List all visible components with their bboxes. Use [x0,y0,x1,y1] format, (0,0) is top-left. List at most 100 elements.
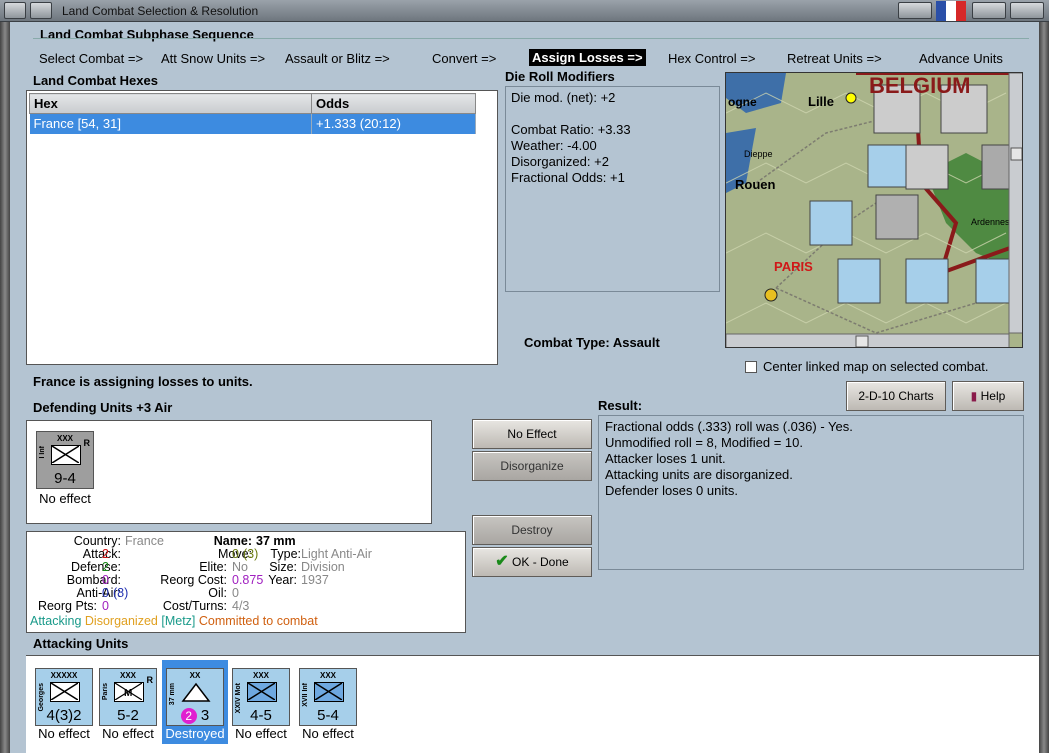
unit-strength: 3 [200,707,210,724]
antiair-value: 0 [102,586,109,600]
window-frame-right [1039,22,1049,753]
attacking-unit-counter[interactable]: XXXXX Georges 4(3)2 [35,668,93,726]
defending-units-panel: XXX I Inf R 9-4 No effect [26,420,432,524]
name-label: Name: [213,534,252,548]
charts-button[interactable]: 2-D-10 Charts [846,381,946,411]
defending-header: Defending Units +3 Air [33,400,173,415]
sequence-bar: Select Combat => Att Snow Units => Assau… [33,38,1029,68]
infantry-symbol-icon [50,682,80,702]
result-header: Result: [598,398,643,413]
unit-badge: 2 [180,708,197,724]
unit-name: I Inf [39,446,46,459]
unit-strength: 5-4 [317,707,339,724]
unit-name: Paris [102,683,109,701]
linked-map[interactable]: Lille Rouen Dieppe PARIS Ardennes ogne B… [725,72,1023,348]
defense-value: 2 [102,560,109,574]
map-label-lille: Lille [808,94,834,109]
help-title-button[interactable] [972,2,1006,19]
size-label: Size: [269,560,297,574]
reorg-cost-value: 0.875 [232,573,264,587]
status-text: France is assigning losses to units. [33,374,253,389]
oil-label: Oil: [208,586,227,600]
step-assault-blitz: Assault or Blitz => [285,51,390,66]
svg-text:M: M [124,688,132,699]
type-label: Type: [270,547,301,561]
result-line: Attacker loses 1 unit. [605,451,726,466]
modifiers-panel: Die mod. (net): +2 Combat Ratio: +3.33 W… [505,86,720,292]
attacking-unit-status: No effect [102,726,154,741]
combat-type: Combat Type: Assault [524,335,660,350]
defending-unit-counter[interactable]: XXX I Inf R 9-4 [36,431,94,489]
step-select-combat: Select Combat => [39,51,144,66]
unit-size: XXX [319,671,336,680]
map-label-ardennes: Ardennes [971,217,1010,227]
result-line: Defender loses 0 units. [605,483,738,498]
no-effect-button[interactable]: No Effect [472,419,592,449]
france-flag-icon [936,1,966,21]
modifier-line: Combat Ratio: +3.33 [511,122,631,137]
odds-cell[interactable]: +1.333 (20:12) [311,113,476,134]
infantry-symbol-icon [51,445,81,465]
ok-done-button[interactable]: ✔ OK - Done [472,547,592,577]
attacking-header: Attacking Units [33,636,129,651]
destroy-button[interactable]: Destroy [472,515,592,545]
minimize-button[interactable] [30,2,52,19]
result-line: Fractional odds (.333) roll was (.036) -… [605,419,853,434]
result-line: Attacking units are disorganized. [605,467,793,482]
modifier-net: Die mod. (net): +2 [511,90,616,105]
tag-hq: [Metz] [161,614,196,628]
anti-air-symbol-icon [181,682,211,702]
attacking-unit-counter[interactable]: XX 37 mm 2 3 [166,668,224,726]
map-label-dieppe: Dieppe [744,149,773,159]
unit-info-panel: Country: France Attack: 2 Defense: 2 Bom… [26,531,466,633]
hexes-list: Hex Odds France [54, 31] +1.333 (20:12) [26,90,498,365]
close-button[interactable] [1010,2,1044,19]
unit-name: XVII Inf [302,683,309,707]
result-panel: Fractional odds (.333) roll was (.036) -… [598,415,1024,570]
map-label-rouen: Rouen [735,177,776,192]
center-map-checkbox[interactable] [745,361,757,373]
ok-done-label: OK - Done [512,555,569,569]
disorganize-button[interactable]: Disorganize [472,451,592,481]
step-advance: Advance Units [919,51,1003,66]
unit-strength: 5-2 [117,707,139,724]
bombard-value: 0 [102,573,109,587]
tag-attacking: Attacking [30,614,82,628]
map-canvas[interactable]: Lille Rouen Dieppe PARIS Ardennes ogne B… [726,73,1023,348]
column-hex[interactable]: Hex [29,93,312,114]
move-value: 0 [232,547,239,561]
restore-button[interactable] [898,2,932,19]
unit-strength: 4-5 [250,707,272,724]
table-row[interactable]: France [54, 31] +1.333 (20:12) [29,113,476,134]
unit-size: XX [189,671,201,680]
attacking-unit-counter[interactable]: XXX XXIV Mot 4-5 [232,668,290,726]
cost-turns-label: Cost/Turns: [162,599,227,613]
modifier-line: Disorganized: +2 [511,154,609,169]
help-button[interactable]: ▮ Help [952,381,1024,411]
unit-reserve-marker: R [146,675,154,685]
country-label: Country: [73,534,121,548]
window-frame-left [0,22,10,753]
system-menu-button[interactable] [4,2,26,19]
year-label: Year: [268,573,297,587]
elite-value: No [232,560,248,574]
column-odds[interactable]: Odds [311,93,476,114]
step-att-snow: Att Snow Units => [161,51,266,66]
unit-size: XXX [252,671,269,680]
unit-strength: 9-4 [54,470,76,487]
reorg-value: 0 [102,599,109,613]
attacking-unit-status: No effect [38,726,90,741]
hex-cell[interactable]: France [54, 31] [29,113,312,134]
title-bar: Land Combat Selection & Resolution [0,0,1049,22]
attacking-unit-counter[interactable]: XXX Paris R M 5-2 [99,668,157,726]
modifier-line: Fractional Odds: +1 [511,170,625,185]
step-assign-losses: Assign Losses => [529,49,646,66]
step-retreat: Retreat Units => [787,51,882,66]
hexes-header: Land Combat Hexes [33,73,158,88]
step-hex-control: Hex Control => [668,51,756,66]
unit-reserve-marker: R [83,438,91,448]
attacking-unit-counter[interactable]: XXX XVII Inf 5-4 [299,668,357,726]
antiair-extra: (8) [113,586,129,600]
unit-strength-wrap: 2 3 [167,707,223,724]
checkmark-icon: ✔ [495,553,509,570]
